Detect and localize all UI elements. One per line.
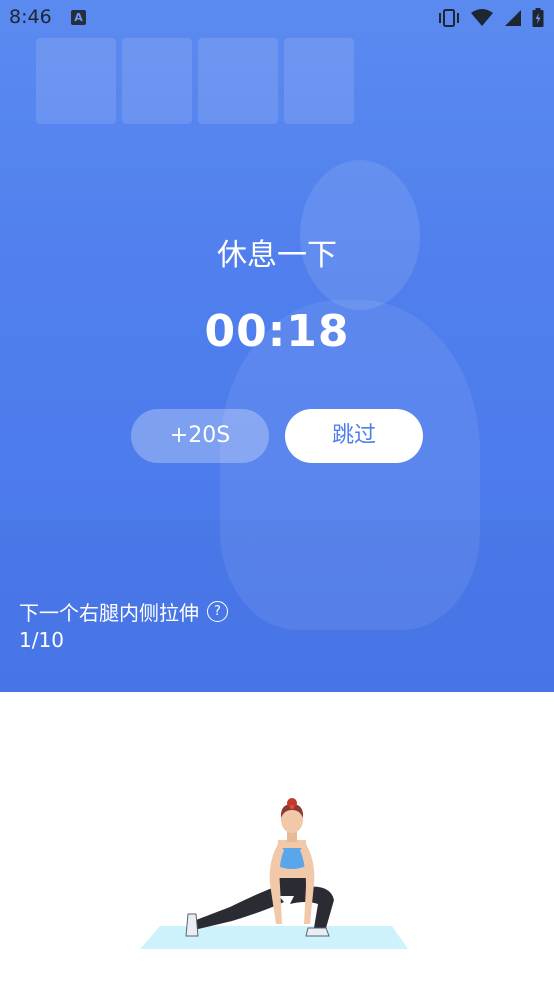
wifi-icon [470,9,493,26]
skip-button[interactable]: 跳过 [285,409,423,463]
background-window [122,38,192,124]
left-leg [194,888,284,930]
exercise-preview [0,692,554,984]
next-exercise-row[interactable]: 下一个右腿内侧拉伸 ? [19,597,228,626]
notification-icon: A [71,10,86,25]
exercise-progress: 1/10 [19,628,64,652]
rest-title: 休息一下 [217,238,337,273]
battery-icon [532,8,544,27]
left-shoe [185,913,199,937]
next-exercise-label: 下一个右腿内侧拉伸 [19,601,199,625]
background-window [36,38,116,124]
signal-icon [504,10,521,26]
add-20-seconds-button[interactable]: +20S [131,409,269,463]
hair-tie [290,805,294,809]
background-window [198,38,278,124]
yoga-mat [140,926,408,949]
vibrate-icon [438,9,459,27]
rest-screen-header: 8:46 A 休息一下 00:18 +20S 跳过 下一个右腿内侧拉伸 ? 1/… [0,0,554,692]
status-bar: 8:46 A [0,0,554,36]
background-window [284,38,354,124]
status-time: 8:46 [9,6,52,28]
help-icon[interactable]: ? [207,601,228,622]
status-icons [433,8,544,28]
right-shoe [305,927,330,937]
countdown-timer: 00:18 [204,306,350,357]
exercise-illustration [140,798,408,949]
